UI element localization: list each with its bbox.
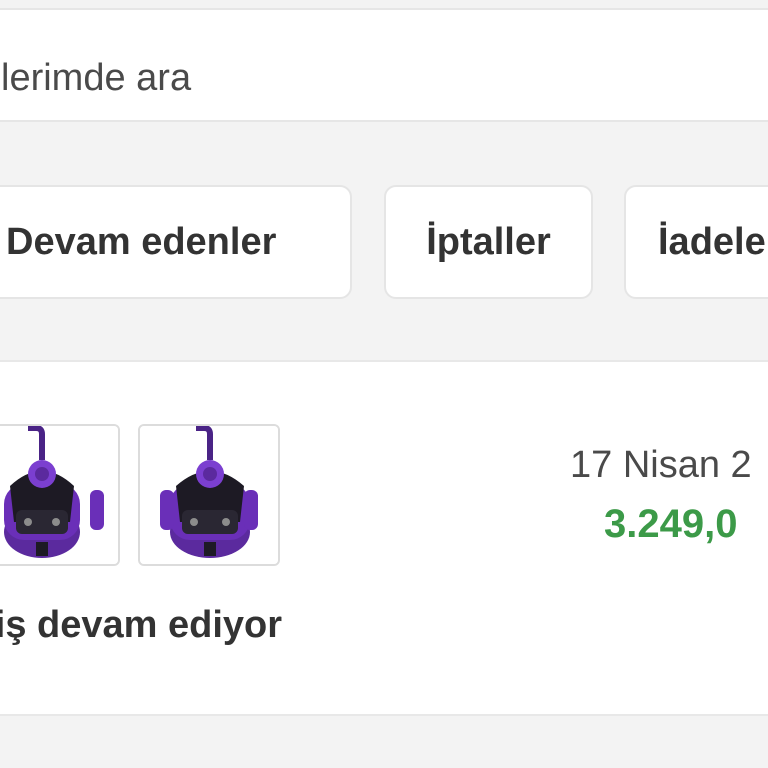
tab-returns[interactable]: İadele [624,185,768,299]
vacuum-cleaner-icon [0,426,118,564]
product-thumbnail[interactable] [0,424,120,566]
tab-returns-label: İadele [658,221,766,263]
product-thumbnail[interactable] [138,424,280,566]
order-date: 17 Nisan 2 [570,444,752,486]
tab-cancellations[interactable]: İptaller [384,185,593,299]
tab-cancellations-label: İptaller [426,221,551,263]
search-input[interactable] [0,48,742,108]
search-bar[interactable] [0,8,768,122]
orders-page: Devam edenler İptaller İadele [0,0,768,768]
tab-ongoing-label: Devam edenler [6,221,277,263]
vacuum-cleaner-icon [140,426,278,564]
tab-ongoing[interactable]: Devam edenler [0,185,352,299]
order-card[interactable]: 17 Nisan 2 3.249,0 riş devam ediyor [0,360,768,716]
order-price: 3.249,0 [604,502,738,546]
order-status: riş devam ediyor [0,604,283,646]
